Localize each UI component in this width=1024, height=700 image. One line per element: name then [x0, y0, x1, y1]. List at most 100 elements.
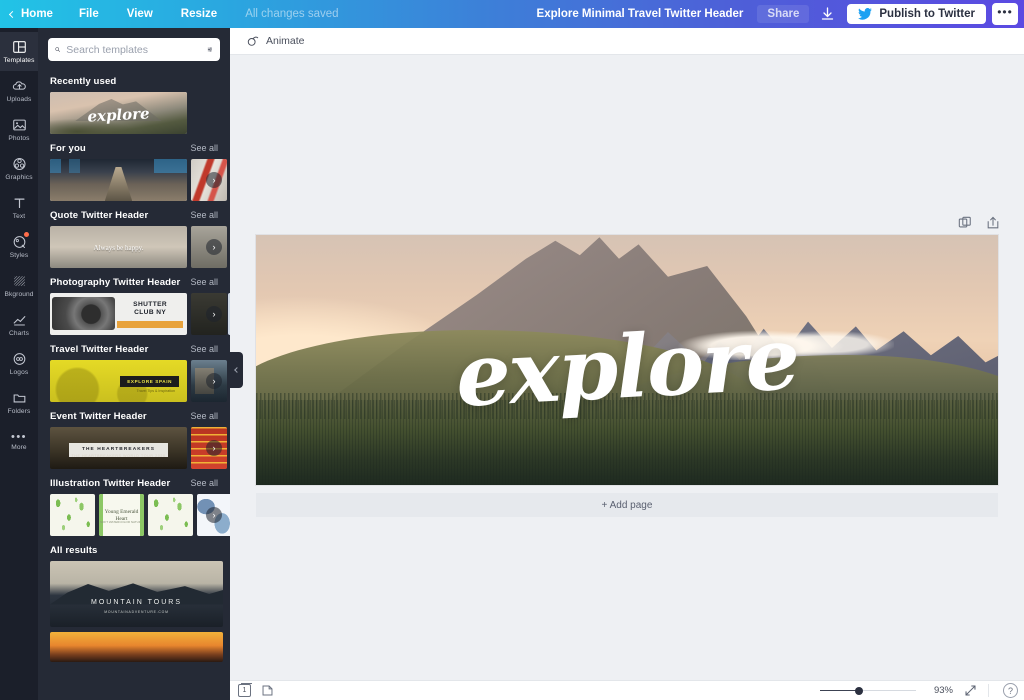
sidebar-item-label: Graphics	[5, 174, 32, 181]
zoom-slider-knob[interactable]	[855, 687, 863, 695]
templates-panel: Recently used explore For you See all	[38, 28, 230, 700]
template-row[interactable]: SHUTTER CLUB NY ›	[38, 293, 230, 335]
template-thumb[interactable]	[50, 494, 95, 536]
ellipsis-icon: •••	[997, 6, 1013, 18]
section-header: All results	[38, 536, 230, 561]
section-quote-twitter-header: Quote Twitter Header See all Always be h…	[38, 201, 230, 268]
section-header: Illustration Twitter Header See all	[38, 469, 230, 494]
row-next-button[interactable]: ›	[206, 306, 222, 322]
bottom-bar-left: 1	[238, 684, 274, 697]
template-thumb[interactable]	[228, 293, 230, 335]
template-thumb[interactable]: SHUTTER CLUB NY	[50, 293, 187, 335]
notes-page-icon[interactable]	[261, 684, 274, 697]
row-next-button[interactable]: ›	[206, 172, 222, 188]
animate-button[interactable]: Animate	[240, 32, 311, 51]
sidebar-item-folders[interactable]: Folders	[0, 383, 38, 422]
menu-view[interactable]: View	[113, 0, 167, 28]
sidebar-item-label: Uploads	[7, 96, 32, 103]
thumb-caption: SHUTTER CLUB NY	[117, 301, 183, 317]
share-export-icon[interactable]	[986, 216, 1000, 230]
template-thumb[interactable]	[148, 494, 193, 536]
template-row[interactable]: Young Emerald Heart SOFT WATERCOLOR NATU…	[38, 494, 230, 536]
bottom-bar: 1 93% ?	[230, 680, 1024, 700]
sidebar-item-logos[interactable]: Logos	[0, 344, 38, 383]
line-chart-icon	[11, 312, 28, 328]
add-page-button[interactable]: + Add page	[256, 493, 998, 517]
section-event-twitter-header: Event Twitter Header See all THE HEARTBR…	[38, 402, 230, 469]
section-title: For you	[50, 143, 86, 154]
share-button[interactable]: Share	[757, 5, 809, 23]
question-mark-icon: ?	[1008, 686, 1013, 696]
sidebar-item-templates[interactable]: Templates	[0, 32, 38, 71]
row-next-button[interactable]: ›	[206, 373, 222, 389]
chevron-left-icon	[9, 10, 16, 17]
templates-scroll-list[interactable]: Recently used explore For you See all	[38, 67, 230, 700]
see-all-link[interactable]: See all	[190, 411, 218, 421]
sidebar-item-label: Styles	[10, 252, 29, 259]
more-options-button[interactable]: •••	[992, 3, 1018, 25]
see-all-link[interactable]: See all	[190, 277, 218, 287]
template-thumb[interactable]: EXPLORE SPAIN Travel Tips & Inspiration	[50, 360, 187, 402]
thumb-subcaption: MOUNTAINADVENTURE.COM	[50, 610, 223, 614]
section-title: Event Twitter Header	[50, 411, 147, 422]
template-thumb[interactable]: MOUNTAIN TOURS MOUNTAINADVENTURE.COM	[50, 561, 223, 627]
template-row[interactable]: ›	[38, 159, 230, 201]
page-number-label: 1	[243, 687, 247, 694]
row-next-button[interactable]: ›	[206, 239, 222, 255]
menu-file[interactable]: File	[65, 0, 113, 28]
see-all-link[interactable]: See all	[190, 344, 218, 354]
duplicate-icon[interactable]	[958, 216, 972, 230]
publish-label: Publish to Twitter	[879, 8, 975, 20]
template-thumb[interactable]: explore	[50, 92, 187, 134]
design-title[interactable]: Explore Minimal Travel Twitter Header	[537, 8, 758, 20]
animate-circle-icon	[246, 35, 259, 48]
zoom-slider[interactable]	[820, 684, 916, 697]
menu-resize[interactable]: Resize	[167, 0, 231, 28]
sidebar-item-more[interactable]: ••• More	[0, 422, 38, 461]
template-thumb[interactable]	[50, 632, 223, 662]
template-row[interactable]: Always be happy. ›	[38, 226, 230, 268]
thumb-subcaption: Travel Tips & Inspiration	[137, 389, 175, 394]
page-number-button[interactable]: 1	[238, 684, 251, 697]
row-next-button[interactable]: ›	[206, 507, 222, 523]
home-button[interactable]: Home	[0, 0, 65, 28]
template-row[interactable]: EXPLORE SPAIN Travel Tips & Inspiration …	[38, 360, 230, 402]
see-all-link[interactable]: See all	[190, 143, 218, 153]
section-title: All results	[50, 545, 98, 556]
download-button[interactable]	[813, 3, 841, 25]
home-label: Home	[21, 8, 53, 20]
collapse-panel-button[interactable]	[230, 352, 243, 388]
publish-to-twitter-button[interactable]: Publish to Twitter	[847, 4, 986, 24]
see-all-link[interactable]: See all	[190, 478, 218, 488]
saved-status: All changes saved	[231, 0, 352, 28]
sidebar-item-graphics[interactable]: Graphics	[0, 149, 38, 188]
sidebar-item-charts[interactable]: Charts	[0, 305, 38, 344]
row-next-button[interactable]: ›	[206, 440, 222, 456]
template-thumb[interactable]: Young Emerald Heart SOFT WATERCOLOR NATU…	[99, 494, 144, 536]
template-row[interactable]: THE HEARTBREAKERS THE HEARTBREAKERS WORL…	[38, 427, 230, 469]
template-row[interactable]: MOUNTAIN TOURS MOUNTAINADVENTURE.COM	[38, 561, 230, 662]
template-thumb[interactable]: THE HEARTBREAKERS THE HEARTBREAKERS WORL…	[50, 427, 187, 469]
sidebar-item-label: Bkground	[4, 291, 33, 298]
help-button[interactable]: ?	[1003, 683, 1018, 698]
sidebar-item-label: Charts	[9, 330, 29, 337]
design-page[interactable]: explore	[256, 235, 998, 485]
section-all-results: All results MOUNTAIN TOURS MOUNTAINADVEN…	[38, 536, 230, 662]
template-thumb[interactable]	[50, 159, 187, 201]
sidebar-item-styles[interactable]: Styles	[0, 227, 38, 266]
bottom-bar-divider	[988, 684, 989, 697]
search-box[interactable]	[48, 38, 220, 61]
template-thumb[interactable]: Always be happy.	[50, 226, 187, 268]
sidebar-item-photos[interactable]: Photos	[0, 110, 38, 149]
search-input[interactable]	[66, 44, 201, 56]
sidebar-item-uploads[interactable]: Uploads	[0, 71, 38, 110]
sidebar-item-label: More	[11, 444, 26, 451]
sidebar-item-text[interactable]: Text	[0, 188, 38, 227]
templates-grid-icon	[11, 39, 28, 55]
template-row[interactable]: explore	[38, 92, 230, 134]
filter-sliders-icon[interactable]	[207, 44, 213, 55]
see-all-link[interactable]: See all	[190, 210, 218, 220]
sidebar-item-label: Text	[13, 213, 26, 220]
sidebar-item-background[interactable]: Bkground	[0, 266, 38, 305]
expand-arrows-icon[interactable]	[964, 684, 977, 697]
